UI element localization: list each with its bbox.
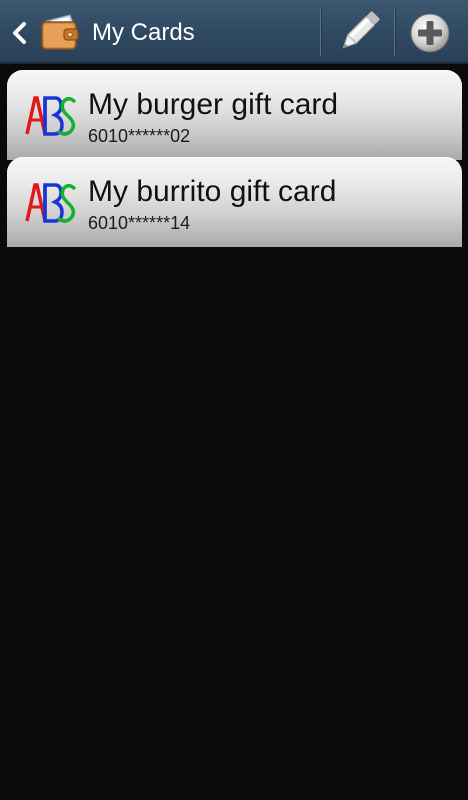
chevron-left-icon xyxy=(13,22,26,44)
back-button[interactable] xyxy=(0,0,86,64)
card-item[interactable]: My burrito gift card 6010******14 xyxy=(7,157,462,247)
card-number: 6010******02 xyxy=(88,126,191,146)
app-screen: My Cards My burger gift card 6010******0… xyxy=(0,0,468,800)
plus-circle-icon xyxy=(410,13,450,53)
abs-logo-icon xyxy=(25,183,77,223)
action-divider xyxy=(394,8,395,56)
edit-button[interactable] xyxy=(322,0,394,64)
action-divider xyxy=(320,8,321,56)
pencil-icon xyxy=(342,11,380,49)
page-title: My Cards xyxy=(92,19,195,46)
card-number: 6010******14 xyxy=(88,213,191,233)
wallet-icon xyxy=(41,14,79,50)
abs-logo-icon xyxy=(25,96,77,136)
card-item[interactable]: My burger gift card 6010******02 xyxy=(7,70,462,160)
card-name: My burger gift card xyxy=(88,88,339,121)
action-bar: My Cards xyxy=(0,0,468,64)
add-card-button[interactable] xyxy=(396,0,468,64)
card-name: My burrito gift card xyxy=(88,175,337,208)
